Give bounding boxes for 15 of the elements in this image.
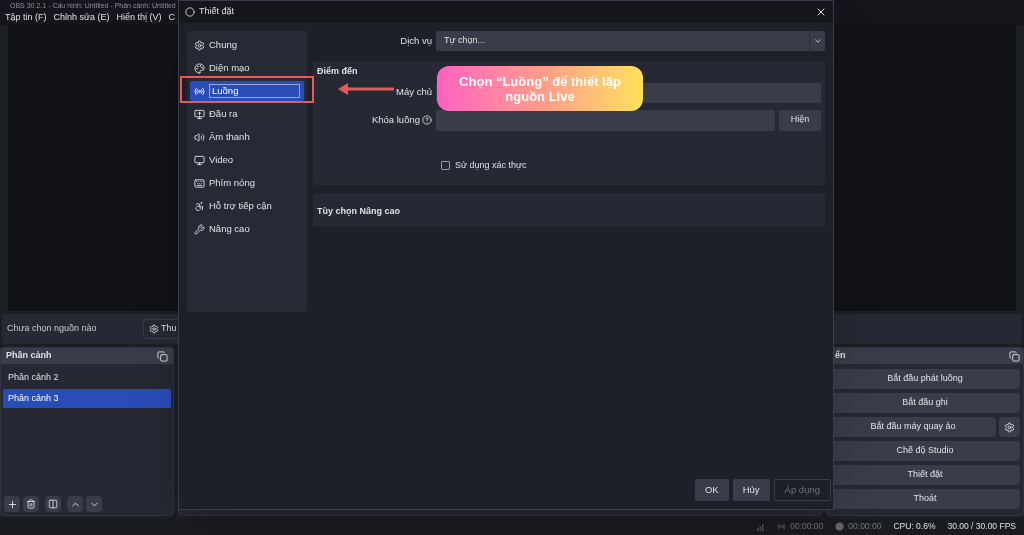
stream-time: 00:00:00	[790, 520, 824, 533]
fps-readout: 30.00 / 30.00 FPS	[947, 520, 1016, 533]
callout-text: Chọn “Luồng” để thiết lập nguồn Live	[458, 73, 622, 104]
no-source-label: Chưa chọn nguồn nào	[7, 322, 98, 336]
service-label: Dịch vụ	[399, 33, 432, 48]
cpu-usage: CPU: 0.6%	[893, 520, 936, 533]
section-title: Điểm đến	[317, 65, 359, 78]
section-title: Tùy chọn Nâng cao	[317, 206, 400, 216]
server-label: Máy chủ	[396, 85, 432, 100]
dialog-title: Thiết đặt	[199, 5, 235, 19]
auth-label: Sử dụng xác thực	[455, 158, 527, 172]
stream-key-label: Khóa luồng	[371, 112, 420, 127]
panel-title: ển	[835, 349, 846, 363]
panel-title: Phân cảnh	[6, 349, 52, 363]
record-time: 00:00:00	[848, 520, 882, 533]
